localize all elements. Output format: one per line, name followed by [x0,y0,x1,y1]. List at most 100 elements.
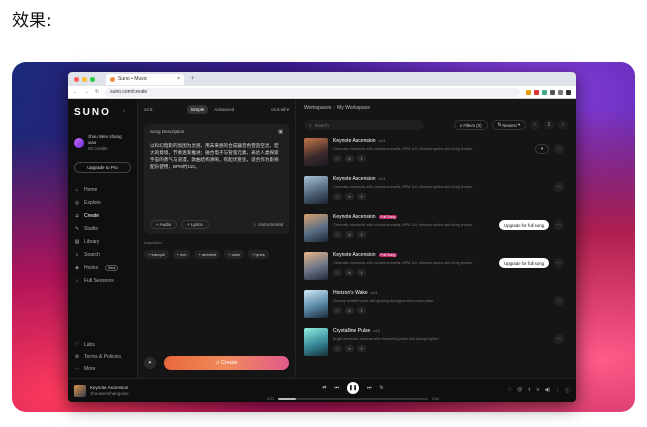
sidebar-item-hooks[interactable]: ◈ Hooks Beta [74,265,131,271]
extension-icon[interactable] [550,89,555,95]
breadcrumb-root[interactable]: Workspaces [304,105,331,111]
song-description-text[interactable]: 以科幻电影的氛围为灵感，用未来感的合成器音色营造空灵、宏大的意境，节奏逐渐推进；… [150,142,283,170]
sort-select[interactable]: ⇅ Newest ▾ [491,120,526,130]
reload-icon[interactable]: ↻ [95,89,99,95]
more-options-icon[interactable]: ⋮ [555,387,560,394]
shuffle-icon[interactable]: ⇄ [322,385,326,391]
song-title[interactable]: Horizon's Wake [333,290,368,296]
share-icon[interactable]: ⇪ [357,231,366,238]
song-title[interactable]: Keynote Ascension [333,138,376,144]
share-icon[interactable]: ⇪ [357,345,366,352]
dislike-icon[interactable]: ✕ [345,269,354,276]
browser-tab[interactable]: Suno • Music × [106,73,184,85]
sidebar-item-more[interactable]: ⋯ More [74,366,121,372]
extension-icon[interactable] [558,89,563,95]
now-playing-artist[interactable]: zhouwenshangxiao [90,391,129,397]
dislike-icon[interactable]: ✕ [345,345,354,352]
pause-button[interactable]: ❚❚ [347,382,359,394]
back-icon[interactable]: ← [73,89,78,95]
song-row[interactable]: Crystalline Pulse v4.5 Bright electronic t… [304,328,568,361]
song-row[interactable]: Horizon's Wake v4.5 Dreamy ambient pads wi… [304,290,568,323]
dislike-icon[interactable]: ✕ [345,231,354,238]
extension-icon[interactable] [566,89,571,95]
more-options-icon[interactable]: ⋯ [554,220,564,230]
next-page-icon[interactable]: › [558,120,568,130]
filters-button[interactable]: ≡ Filters (3) [453,120,488,130]
more-options-icon[interactable]: ⋯ [554,296,564,306]
inspiration-tag[interactable]: + rich [172,250,191,259]
song-thumbnail[interactable] [304,328,328,356]
now-playing-title[interactable]: Keynote Ascension [90,385,129,391]
song-row[interactable]: Keynote Ascension Full Song Cinematic elec… [304,252,568,285]
song-thumbnail[interactable] [304,214,328,242]
more-options-icon[interactable]: ⋯ [554,182,564,192]
dislike-icon[interactable]: ✕ [345,155,354,162]
extension-icon[interactable] [542,89,547,95]
create-button[interactable]: ♫ Create [164,356,289,370]
song-row[interactable]: Keynote Ascension v4.5 Cinematic electroni… [304,176,568,209]
inspiration-tag[interactable]: + tranquil [144,250,169,259]
song-thumbnail[interactable] [304,290,328,318]
version-badge[interactable]: v4.5 [144,107,153,112]
model-select[interactable]: v4.5-all ▾ [271,107,289,113]
upgrade-button[interactable]: Upgrade to Pro [74,162,131,173]
add-audio-button[interactable]: + Audio [150,220,178,229]
progress-bar[interactable] [278,398,428,400]
song-dropdown-button[interactable]: ▾ [534,144,549,154]
share-icon[interactable]: ⇪ [527,387,531,394]
dislike-icon[interactable]: ☹ [517,387,522,394]
search-input[interactable]: ⌕ Search [304,120,424,130]
add-lyrics-button[interactable]: + Lyrics [181,220,209,229]
song-title[interactable]: Keynote Ascension [333,252,376,258]
sidebar-item-search[interactable]: ⌕ Search [74,252,131,258]
clear-icon[interactable]: ✦ [144,357,156,369]
like-icon[interactable]: ♡ [333,345,342,352]
inspiration-tag[interactable]: + ambient [194,250,221,259]
tab-close-icon[interactable]: × [177,76,180,82]
previous-icon[interactable]: ⏮ [334,385,339,391]
instrumental-toggle[interactable]: ○ Instrumental [254,222,283,227]
like-icon[interactable]: ♡ [333,231,342,238]
url-input[interactable]: suno.com/create [105,87,520,97]
song-title[interactable]: Keynote Ascension [333,214,376,220]
info-icon[interactable]: ⓘ [565,387,570,394]
share-icon[interactable]: ⇪ [357,269,366,276]
window-close-button[interactable] [74,76,79,82]
like-icon[interactable]: ♡ [333,193,342,200]
prev-page-icon[interactable]: ‹ [530,120,540,130]
song-thumbnail[interactable] [304,176,328,204]
forward-icon[interactable]: → [84,89,89,95]
sidebar-item-create[interactable]: ♫ Create [74,213,131,219]
upgrade-full-song-button[interactable]: Upgrade for full song [499,258,549,268]
new-tab-button[interactable]: + [191,76,195,82]
volume-icon[interactable]: ◀) [544,387,550,394]
share-icon[interactable]: ⇪ [357,193,366,200]
window-maximize-button[interactable] [90,76,95,82]
dislike-icon[interactable]: ✕ [345,307,354,314]
sidebar-item-studio[interactable]: ✎ Studio [74,226,131,232]
share-icon[interactable]: ⇪ [357,307,366,314]
sidebar-item-explore[interactable]: ◎ Explore [74,200,131,206]
mode-advanced-button[interactable]: Advanced [210,105,238,114]
more-options-icon[interactable]: ⋯ [554,144,564,154]
song-thumbnail[interactable] [304,252,328,280]
upgrade-full-song-button[interactable]: Upgrade for full song [499,220,549,230]
like-icon[interactable]: ♡ [508,387,512,394]
extension-icon[interactable] [534,89,539,95]
inspiration-tag[interactable]: + lyrics [248,250,269,259]
extension-icon[interactable] [526,89,531,95]
now-playing-thumbnail[interactable] [74,384,86,397]
sidebar-item-library[interactable]: ▤ Library [74,239,131,245]
inspiration-tag[interactable]: + calm [224,250,245,259]
dislike-icon[interactable]: ✕ [345,193,354,200]
song-description-box[interactable]: Song Description ▣ 以科幻电影的氛围为灵感，用未来感的合成器音… [144,124,289,234]
share-icon[interactable]: ⇪ [357,155,366,162]
sidebar-item-full-sessions[interactable]: ♪ Full Sessions [74,278,131,284]
next-icon[interactable]: ⏭ [367,385,372,391]
repeat-icon[interactable]: ↻ [380,385,384,391]
song-thumbnail[interactable] [304,138,328,166]
like-icon[interactable]: ♡ [333,155,342,162]
song-title[interactable]: Crystalline Pulse [333,328,370,334]
sidebar-item-labs[interactable]: ♡ Labs [74,342,121,348]
like-icon[interactable]: ♡ [333,269,342,276]
